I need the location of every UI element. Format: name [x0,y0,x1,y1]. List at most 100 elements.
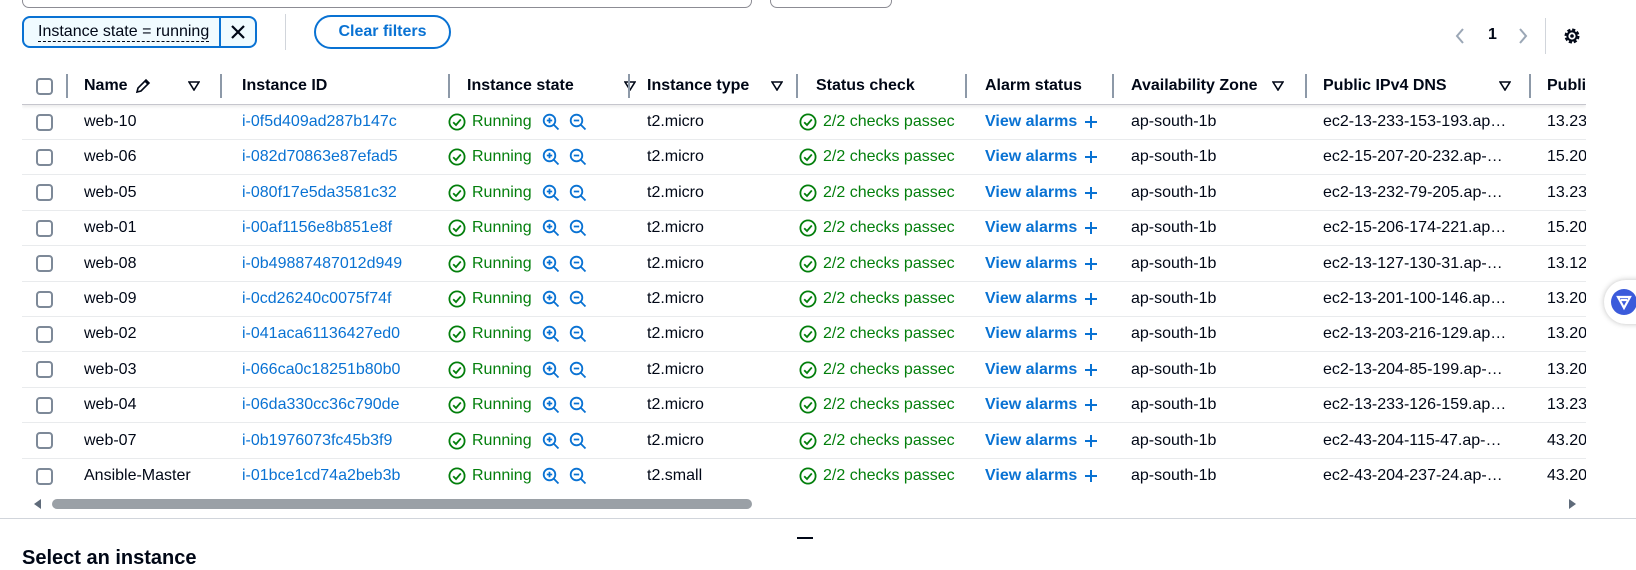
zoom-in-button[interactable] [542,184,560,202]
zoom-out-button[interactable] [569,219,587,237]
column-resizer[interactable] [1112,74,1114,98]
row-checkbox[interactable] [36,255,53,273]
column-header-alarm-status[interactable]: Alarm status [985,68,1115,104]
view-alarms-link[interactable]: View alarms [985,219,1077,237]
instance-id-link[interactable]: i-082d70863e87efad5 [242,140,442,174]
row-checkbox[interactable] [36,184,53,202]
zoom-in-button[interactable] [542,396,560,414]
column-header-instance-state[interactable]: Instance state [467,68,637,104]
view-alarms-link[interactable]: View alarms [985,148,1077,166]
add-alarm-button[interactable] [1084,327,1098,341]
filter-token[interactable]: Instance state = running [22,16,257,48]
add-alarm-button[interactable] [1084,363,1098,377]
zoom-in-button[interactable] [542,467,560,485]
extension-widget[interactable] [1604,280,1636,324]
column-resizer[interactable] [965,74,967,98]
instance-id-link[interactable]: i-0f5d409ad287b147c [242,105,442,139]
view-alarms-link[interactable]: View alarms [985,184,1077,202]
zoom-in-button[interactable] [542,432,560,450]
previous-page-button[interactable] [1454,24,1466,48]
column-header-public-ipv4-dns[interactable]: Public IPv4 DNS [1323,68,1533,104]
add-alarm-button[interactable] [1084,292,1098,306]
view-alarms-link[interactable]: View alarms [985,467,1077,485]
row-checkbox[interactable] [36,361,53,379]
zoom-out-button[interactable] [569,325,587,343]
add-alarm-button[interactable] [1084,398,1098,412]
instance-id-link[interactable]: i-041aca61136427ed0 [242,317,442,351]
view-alarms-link[interactable]: View alarms [985,432,1077,450]
row-checkbox[interactable] [36,396,53,414]
scrollbar-thumb[interactable] [52,499,752,509]
add-alarm-button[interactable] [1084,221,1098,235]
column-resizer[interactable] [66,74,68,98]
add-alarm-button[interactable] [1084,469,1098,483]
instance-id-link[interactable]: i-06da330cc36c790de [242,388,442,422]
column-header-public-ipv4[interactable]: Publi [1547,68,1586,104]
add-alarm-button[interactable] [1084,257,1098,271]
instance-id-link[interactable]: i-0cd26240c0075f74f [242,282,442,316]
column-header-instance-id[interactable]: Instance ID [242,68,432,104]
zoom-out-button[interactable] [569,255,587,273]
zoom-in-button[interactable] [542,361,560,379]
resize-handle[interactable] [797,537,813,539]
view-alarms-link[interactable]: View alarms [985,113,1077,131]
search-bar-stub[interactable] [22,0,752,8]
column-header-instance-type[interactable]: Instance type [647,68,807,104]
column-resizer[interactable] [448,74,450,98]
dropdown-stub[interactable] [770,0,892,8]
zoom-in-button[interactable] [542,290,560,308]
instance-id-link[interactable]: i-01bce1cd74a2beb3b [242,459,442,493]
zoom-out-button[interactable] [569,290,587,308]
view-alarms-link[interactable]: View alarms [985,290,1077,308]
gear-icon [1564,28,1580,44]
zoom-out-button[interactable] [569,432,587,450]
column-resizer[interactable] [1305,74,1307,98]
instance-id-link[interactable]: i-00af1156e8b851e8f [242,211,442,245]
row-checkbox[interactable] [36,325,53,343]
zoom-in-button[interactable] [542,113,560,131]
page-number[interactable]: 1 [1488,26,1497,44]
zoom-in-button[interactable] [542,325,560,343]
next-page-button[interactable] [1517,24,1529,48]
column-resizer[interactable] [220,74,222,98]
add-alarm-button[interactable] [1084,115,1098,129]
preferences-button[interactable] [1562,26,1582,51]
row-checkbox[interactable] [36,290,53,308]
add-alarm-button[interactable] [1084,150,1098,164]
horizontal-scrollbar[interactable] [22,493,1586,511]
row-checkbox[interactable] [36,148,53,166]
zoom-in-button[interactable] [542,219,560,237]
row-checkbox[interactable] [36,219,53,237]
zoom-out-button[interactable] [569,396,587,414]
zoom-out-button[interactable] [569,467,587,485]
column-resizer[interactable] [628,74,630,98]
remove-filter-button[interactable] [219,18,255,46]
instance-id-link[interactable]: i-066ca0c18251b80b0 [242,353,442,387]
row-checkbox[interactable] [36,432,53,450]
instance-id-link[interactable]: i-080f17e5da3581c32 [242,176,442,210]
zoom-in-button[interactable] [542,255,560,273]
view-alarms-link[interactable]: View alarms [985,361,1077,379]
view-alarms-link[interactable]: View alarms [985,396,1077,414]
zoom-out-button[interactable] [569,113,587,131]
add-alarm-button[interactable] [1084,434,1098,448]
column-resizer[interactable] [796,74,798,98]
instance-id-link[interactable]: i-0b49887487012d949 [242,247,442,281]
select-all-checkbox[interactable] [36,77,53,95]
zoom-out-button[interactable] [569,148,587,166]
instance-id-link[interactable]: i-0b1976073fc45b3f9 [242,424,442,458]
column-header-name[interactable]: Name [84,68,234,104]
zoom-out-button[interactable] [569,361,587,379]
column-resizer[interactable] [1529,74,1531,98]
zoom-in-button[interactable] [542,148,560,166]
view-alarms-link[interactable]: View alarms [985,325,1077,343]
clear-filters-button[interactable]: Clear filters [314,15,451,49]
view-alarms-link[interactable]: View alarms [985,255,1077,273]
add-alarm-button[interactable] [1084,186,1098,200]
column-header-status-check[interactable]: Status check [816,68,966,104]
zoom-out-button[interactable] [569,184,587,202]
row-checkbox[interactable] [36,113,53,131]
filter-token-label: Instance state = running [38,22,210,42]
column-header-availability-zone[interactable]: Availability Zone [1131,68,1311,104]
row-checkbox[interactable] [36,467,53,485]
